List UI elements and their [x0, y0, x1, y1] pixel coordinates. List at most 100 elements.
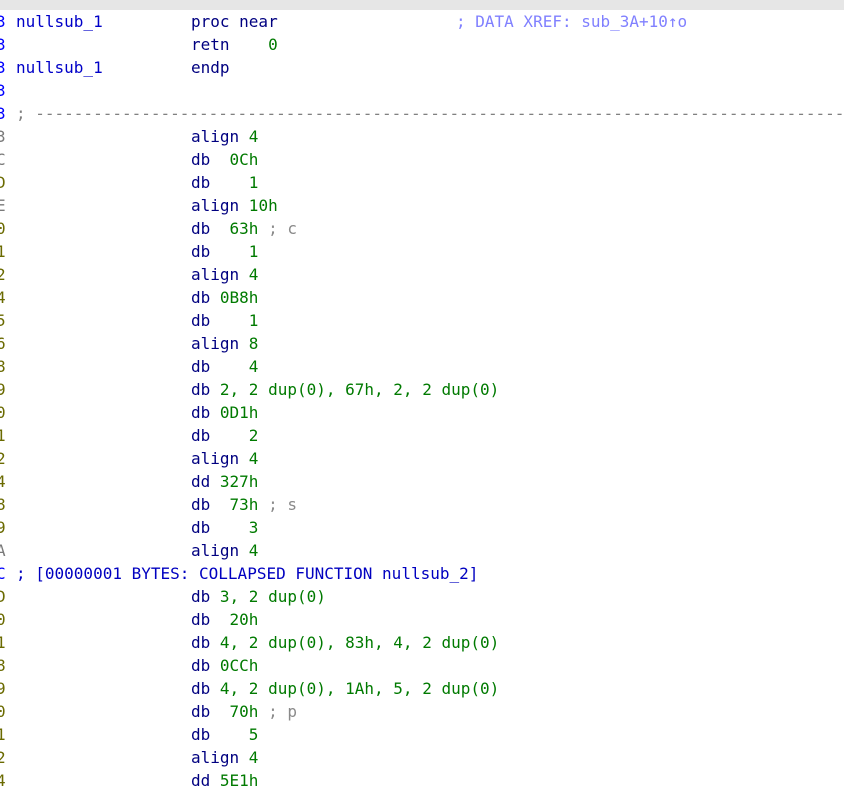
listing-line[interactable]: Ddb 1 [0, 171, 844, 194]
listing-line[interactable]: Aalign 4 [0, 539, 844, 562]
listing-line[interactable]: 6 align 8 [0, 332, 844, 355]
listing-line[interactable]: Cdb 0Ch [0, 148, 844, 171]
address-gutter: 2 [0, 265, 6, 284]
listing-line[interactable]: 8 db 4 [0, 355, 844, 378]
address-gutter: 2 [0, 449, 6, 468]
listing-top-strip [0, 0, 844, 10]
disassembly-listing[interactable]: 3 nullsub_1 proc near ; DATA XREF: sub_3A+1… [0, 10, 844, 792]
operand: 1 [210, 242, 259, 261]
instruction: db 1 [191, 309, 258, 332]
listing-line[interactable]: 1 db 5 [0, 723, 844, 746]
listing-line[interactable]: 2 align 4 [0, 746, 844, 769]
address-gutter: 3 [0, 104, 6, 123]
operand: 4 [239, 449, 259, 468]
instruction: dd 327h [191, 470, 258, 493]
listing-line[interactable]: 3 nullsub_1 proc near ; DATA XREF: sub_3A+1… [0, 10, 844, 33]
listing-line[interactable]: 9 db 3 [0, 516, 844, 539]
instruction: db 3, 2 dup(0) [191, 585, 326, 608]
listing-line[interactable]: 4 dd 327h [0, 470, 844, 493]
instruction: db 20h [191, 608, 258, 631]
instruction: db 0B8h [191, 286, 258, 309]
mnemonic: endp [191, 58, 230, 77]
address-gutter: 9 [0, 679, 6, 698]
address-gutter: 0 [0, 403, 6, 422]
address-gutter: E [0, 196, 6, 215]
listing-line[interactable]: 1 db 2 [0, 424, 844, 447]
operand: 327h [210, 472, 259, 491]
listing-line[interactable]: 3 align 4 [0, 125, 844, 148]
mnemonic: db [191, 357, 211, 376]
instruction: align 4 [191, 447, 258, 470]
operand: 3 [210, 518, 259, 537]
operand: 0B8h [210, 288, 259, 307]
code-label[interactable]: nullsub_1 [16, 56, 103, 79]
address-gutter: 1 [0, 426, 6, 445]
listing-line[interactable]: Ealign 10h [0, 194, 844, 217]
operand: 8 [239, 334, 259, 353]
operand: 4, 2 dup(0), 1Ah, 5, 2 dup(0) [210, 679, 500, 698]
mnemonic: db [191, 495, 211, 514]
listing-line[interactable]: 8 db 0CCh [0, 654, 844, 677]
address-gutter: 3 [0, 81, 6, 100]
listing-line[interactable]: 0 db 0D1h [0, 401, 844, 424]
address-gutter: D [0, 173, 6, 192]
mnemonic: db [191, 150, 211, 169]
listing-line[interactable]: 4 dd 5E1h [0, 769, 844, 792]
operand: 4 [239, 748, 259, 767]
operand: 0D1h [210, 403, 259, 422]
instruction: align 10h [191, 194, 278, 217]
listing-line[interactable]: Ddb 3, 2 dup(0) [0, 585, 844, 608]
address-gutter: 1 [0, 633, 6, 652]
listing-line[interactable]: 3 [0, 79, 844, 102]
code-label[interactable]: nullsub_1 [16, 10, 103, 33]
instruction: db 4 [191, 355, 258, 378]
mnemonic: db [191, 426, 211, 445]
instruction: db 3 [191, 516, 258, 539]
operand: 5E1h [210, 771, 259, 790]
operand: 4 [239, 541, 259, 560]
listing-line[interactable]: 0 db 20h [0, 608, 844, 631]
listing-line[interactable]: 0 db 70h ; p [0, 700, 844, 723]
mnemonic: align [191, 127, 240, 146]
listing-line[interactable]: 3 retn 0 [0, 33, 844, 56]
instruction: align 4 [191, 539, 258, 562]
collapsed-function[interactable]: ; [00000001 BYTES: COLLAPSED FUNCTION nu… [16, 562, 478, 585]
inline-comment: ; c [258, 219, 297, 238]
listing-line[interactable]: 9 db 2, 2 dup(0), 67h, 2, 2 dup(0) [0, 378, 844, 401]
instruction: db 5 [191, 723, 258, 746]
listing-line[interactable]: 2 align 4 [0, 447, 844, 470]
mnemonic: retn [191, 35, 230, 54]
listing-line[interactable]: 4 db 0B8h [0, 286, 844, 309]
operand: 5 [210, 725, 259, 744]
address-gutter: 4 [0, 288, 6, 307]
instruction: db 1 [191, 171, 258, 194]
instruction: db 1 [191, 240, 258, 263]
mnemonic: db [191, 679, 211, 698]
mnemonic: db [191, 219, 211, 238]
address-gutter: 8 [0, 656, 6, 675]
address-gutter: 3 [0, 58, 6, 77]
operand: 3, 2 dup(0) [210, 587, 326, 606]
listing-line[interactable]: 3 ; -------------------------------------… [0, 102, 844, 125]
mnemonic: align [191, 449, 240, 468]
address-gutter: 4 [0, 771, 6, 790]
mnemonic: dd [191, 771, 211, 790]
listing-line[interactable]: 1 db 1 [0, 240, 844, 263]
address-gutter: 0 [0, 702, 6, 721]
listing-line[interactable]: 8 db 73h ; s [0, 493, 844, 516]
instruction: db 4, 2 dup(0), 83h, 4, 2 dup(0) [191, 631, 499, 654]
listing-line[interactable]: 9 db 4, 2 dup(0), 1Ah, 5, 2 dup(0) [0, 677, 844, 700]
listing-line[interactable]: 5 db 1 [0, 309, 844, 332]
address-gutter: 1 [0, 725, 6, 744]
listing-line[interactable]: 1 db 4, 2 dup(0), 83h, 4, 2 dup(0) [0, 631, 844, 654]
mnemonic: db [191, 288, 211, 307]
address-gutter: 9 [0, 518, 6, 537]
mnemonic: align [191, 334, 240, 353]
listing-line[interactable]: 3 nullsub_1 endp [0, 56, 844, 79]
listing-line[interactable]: 2 align 4 [0, 263, 844, 286]
mnemonic: align [191, 748, 240, 767]
xref-comment[interactable]: ; DATA XREF: sub_3A+10↑o [456, 10, 687, 33]
listing-line[interactable]: C ; [00000001 BYTES: COLLAPSED FUNCTION n… [0, 562, 844, 585]
listing-line[interactable]: 0 db 63h ; c [0, 217, 844, 240]
instruction: db 2, 2 dup(0), 67h, 2, 2 dup(0) [191, 378, 499, 401]
